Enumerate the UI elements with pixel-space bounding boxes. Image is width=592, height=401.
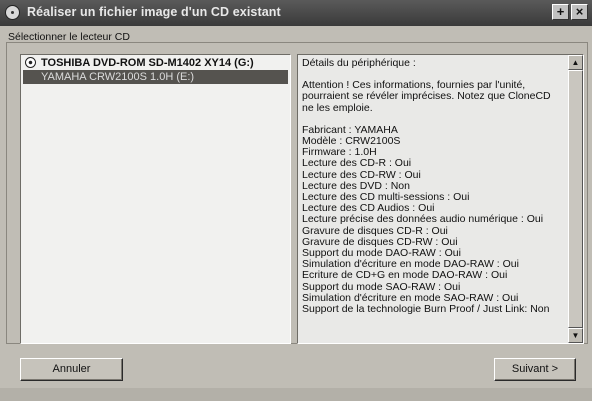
detail-line: Lecture précise des données audio numéri… — [302, 213, 544, 226]
details-scrollbar[interactable]: ▲ ▼ — [568, 55, 583, 343]
window-title: Réaliser un fichier image d'un CD exista… — [27, 5, 281, 19]
cd-drive-icon — [25, 57, 36, 68]
group-label: Sélectionner le lecteur CD — [8, 31, 130, 43]
details-warning: Attention ! Ces informations, fournies p… — [302, 79, 551, 114]
drive-item-yamaha[interactable]: YAMAHA CRW2100S 1.0H (E:) — [23, 70, 288, 84]
drive-label: TOSHIBA DVD-ROM SD-M1402 XY14 (G:) — [41, 57, 254, 69]
cancel-button[interactable]: Annuler — [20, 358, 123, 381]
drive-item-toshiba[interactable]: TOSHIBA DVD-ROM SD-M1402 XY14 (G:) — [23, 56, 288, 70]
title-bar[interactable]: Réaliser un fichier image d'un CD exista… — [0, 0, 592, 26]
scroll-up-arrow-icon[interactable]: ▲ — [568, 55, 583, 70]
drive-label: YAMAHA CRW2100S 1.0H (E:) — [41, 71, 195, 83]
help-button[interactable]: + — [552, 4, 569, 20]
device-details-text: Détails du périphérique : Attention ! Ce… — [302, 57, 564, 316]
close-button[interactable]: × — [571, 4, 588, 20]
detail-line: Ecriture de CD+G en mode DAO-RAW : Oui — [302, 269, 508, 282]
clonecd-app-icon — [5, 5, 20, 20]
scroll-down-arrow-icon[interactable]: ▼ — [568, 328, 583, 343]
scroll-thumb[interactable] — [568, 70, 583, 328]
detail-line: Support de la technologie Burn Proof / J… — [302, 303, 550, 316]
dialog-window: Réaliser un fichier image d'un CD exista… — [0, 0, 592, 401]
drive-list[interactable]: TOSHIBA DVD-ROM SD-M1402 XY14 (G:) YAMAH… — [20, 54, 291, 344]
details-heading: Détails du périphérique : — [302, 57, 416, 69]
device-details-panel[interactable]: Détails du périphérique : Attention ! Ce… — [297, 54, 584, 344]
detail-line: Lecture des CD-R : Oui — [302, 157, 412, 170]
dialog-bottom-edge — [0, 388, 592, 401]
next-button[interactable]: Suivant > — [494, 358, 576, 381]
